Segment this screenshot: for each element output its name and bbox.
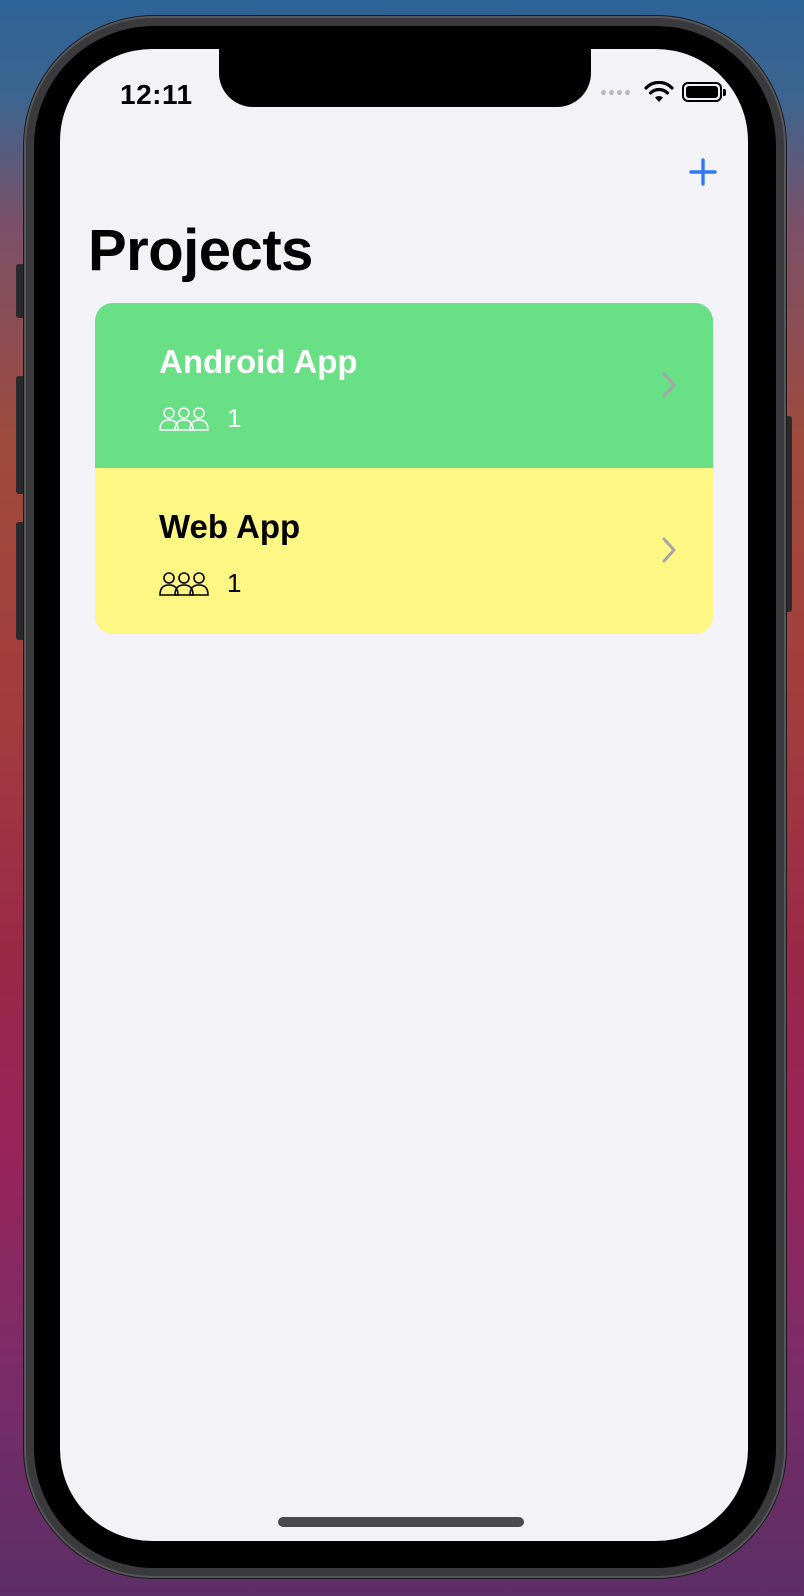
member-count: 1 <box>227 568 242 598</box>
people-icon <box>159 406 209 431</box>
page-title: Projects <box>88 218 313 283</box>
project-meta: 1 <box>159 568 241 599</box>
project-meta: 1 <box>159 403 241 434</box>
app-screen: 12:11 Projects Android App 1 Web App 1 <box>60 49 748 1541</box>
people-icon <box>159 571 209 596</box>
status-icons <box>601 81 726 103</box>
add-project-button[interactable] <box>688 157 718 187</box>
notch <box>219 49 591 107</box>
wifi-icon <box>644 81 674 102</box>
battery-icon <box>682 82 726 102</box>
status-time: 12:11 <box>120 79 193 110</box>
cellular-signal-icon <box>601 89 630 95</box>
project-name: Web App <box>159 508 301 545</box>
project-row-web-app[interactable]: Web App 1 <box>95 468 713 634</box>
project-name: Android App <box>159 343 358 380</box>
home-indicator[interactable] <box>278 1517 524 1527</box>
project-row-android-app[interactable]: Android App 1 <box>95 303 713 468</box>
chevron-right-icon <box>662 537 676 563</box>
member-count: 1 <box>227 403 242 433</box>
chevron-right-icon <box>662 372 676 398</box>
project-list: Android App 1 Web App 1 <box>95 303 713 634</box>
